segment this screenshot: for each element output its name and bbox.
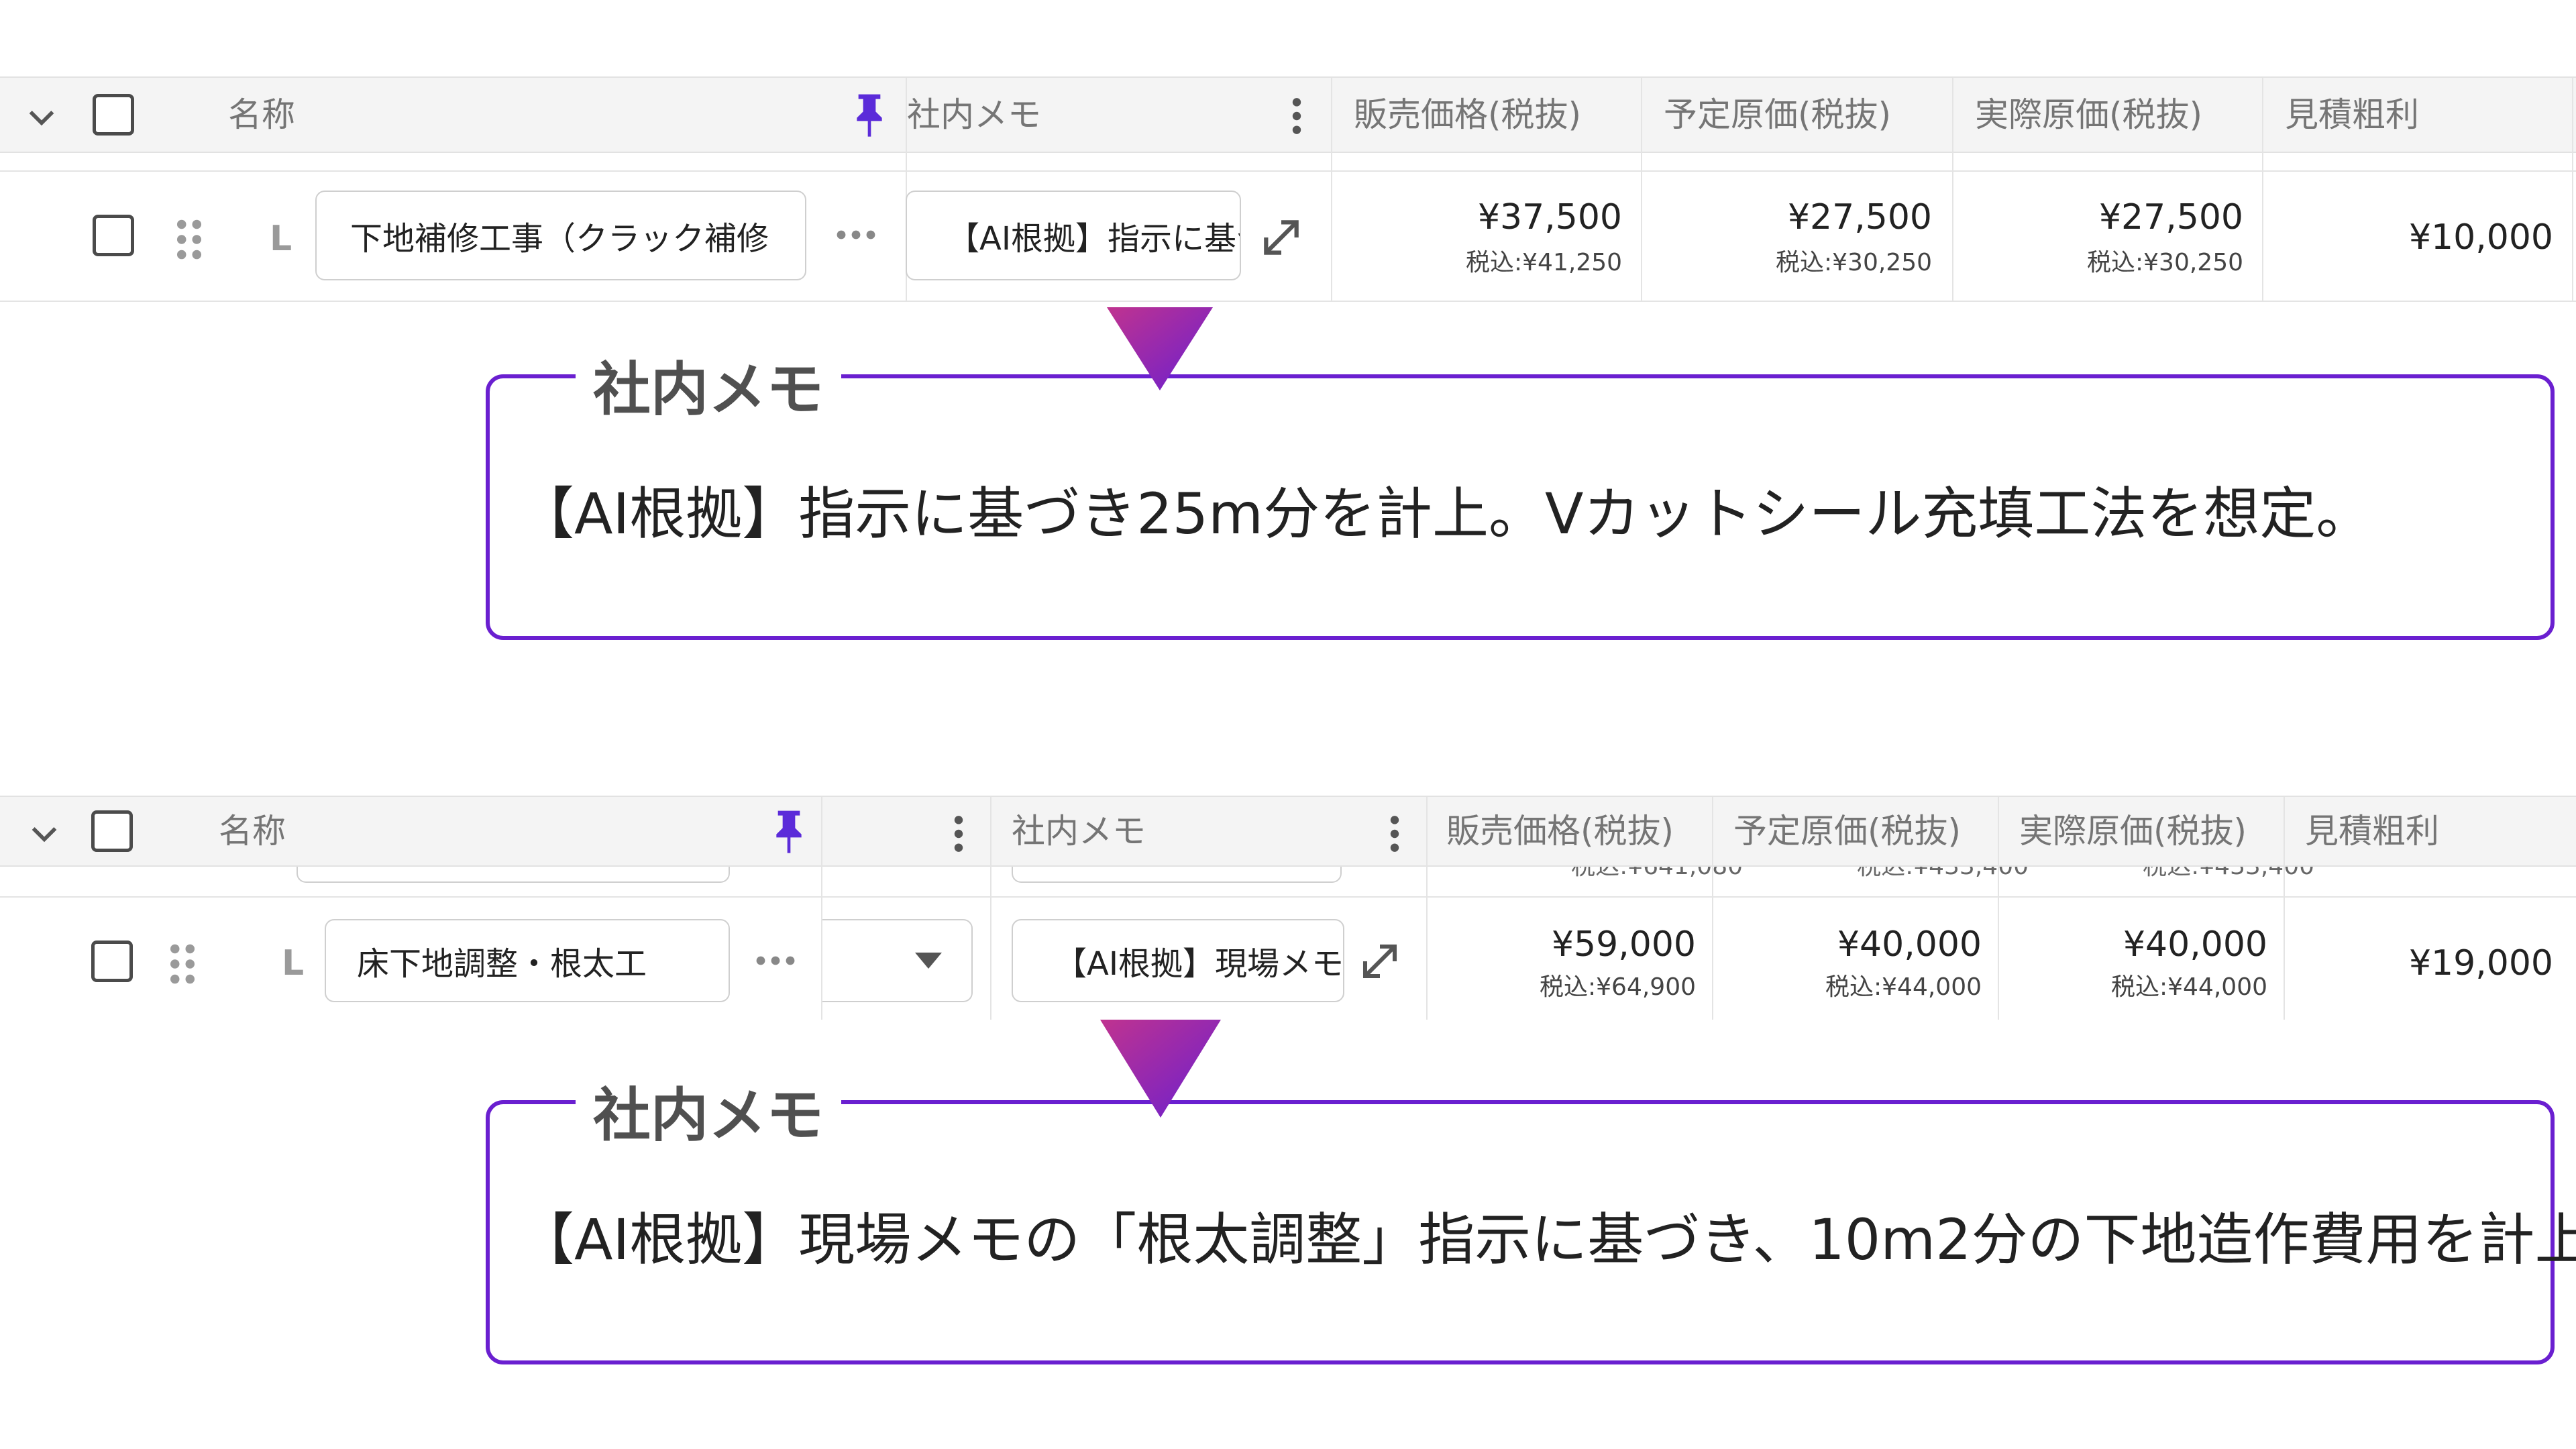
row-checkbox[interactable]: [93, 215, 134, 256]
prev-actual-cost-tax: 税込:¥433,400: [2143, 867, 2314, 879]
kebab-icon[interactable]: [1287, 95, 1307, 137]
column-header-sale-price[interactable]: 販売価格(税抜): [1446, 814, 1674, 848]
triangle-pointer-icon: [1107, 307, 1213, 390]
more-icon[interactable]: [835, 228, 877, 241]
more-icon[interactable]: [754, 954, 797, 967]
column-header-gross-profit[interactable]: 見積粗利: [2305, 814, 2439, 848]
actual-cost-tax: 税込:¥44,000: [2111, 973, 2267, 1001]
name-input[interactable]: 下地補修工事（クラック補修: [315, 191, 806, 280]
column-header-sale-price[interactable]: 販売価格(税抜): [1354, 98, 1581, 131]
name-input[interactable]: 床下地調整・根太工: [325, 919, 730, 1002]
drag-handle-icon[interactable]: [176, 219, 203, 260]
column-header-actual-cost[interactable]: 実際原価(税抜): [1975, 98, 2202, 131]
kebab-icon[interactable]: [1385, 813, 1405, 855]
sale-price-tax: 税込:¥41,250: [1466, 249, 1622, 276]
prev-sale-price-tax: 税込:¥641,080: [1571, 867, 1743, 879]
select-all-checkbox[interactable]: [91, 810, 133, 852]
memo-input[interactable]: 【AI根拠】指示に基づき: [906, 191, 1241, 280]
expand-icon[interactable]: [1358, 939, 1402, 983]
memo-input-partial: [1012, 867, 1342, 883]
column-header-gross-profit[interactable]: 見積粗利: [2285, 98, 2419, 131]
actual-cost-tax: 税込:¥30,250: [2087, 249, 2243, 276]
pin-icon[interactable]: [851, 91, 888, 138]
planned-cost-tax: 税込:¥30,250: [1776, 249, 1932, 276]
category-select[interactable]: [822, 919, 973, 1002]
caret-down-icon[interactable]: [915, 953, 942, 969]
memo-callout-label: 社内メモ: [576, 361, 841, 419]
memo-input[interactable]: 【AI根拠】現場メモ: [1012, 919, 1344, 1002]
pin-icon[interactable]: [770, 808, 808, 855]
memo-callout-text: 【AI根拠】現場メモの「根太調整」指示に基づき、10m2分の下地造作費用を計上。: [518, 1207, 2576, 1273]
chevron-down-icon[interactable]: [23, 98, 60, 136]
column-header-memo[interactable]: 社内メモ: [907, 98, 1041, 131]
memo-callout-text: 【AI根拠】指示に基づき25m分を計上。Vカットシール充填工法を想定。: [518, 481, 2373, 547]
column-header-name[interactable]: 名称: [228, 98, 295, 131]
column-header-planned-cost[interactable]: 予定原価(税抜): [1664, 98, 1891, 131]
kebab-icon[interactable]: [949, 813, 969, 855]
name-input-value: 下地補修工事（クラック補修: [350, 220, 769, 258]
name-input-value: 床下地調整・根太工: [357, 945, 647, 983]
actual-cost: ¥27,500: [2098, 197, 2243, 237]
sale-price: ¥59,000: [1551, 924, 1696, 965]
name-input-partial: [297, 867, 730, 883]
planned-cost: ¥27,500: [1787, 197, 1932, 237]
memo-callout-label: 社内メモ: [576, 1087, 841, 1144]
planned-cost-tax: 税込:¥44,000: [1825, 973, 1982, 1001]
memo-input-value: 【AI根拠】現場メモ: [1055, 945, 1344, 983]
select-all-checkbox[interactable]: [93, 94, 134, 136]
child-indicator: L: [270, 219, 292, 259]
expand-icon[interactable]: [1258, 215, 1304, 260]
column-header-planned-cost[interactable]: 予定原価(税抜): [1733, 814, 1961, 848]
sale-price-tax: 税込:¥64,900: [1540, 973, 1696, 1001]
gross-profit: ¥19,000: [2408, 943, 2553, 983]
drag-handle-icon[interactable]: [169, 943, 196, 985]
gross-profit: ¥10,000: [2408, 217, 2553, 258]
row-checkbox[interactable]: [91, 941, 133, 982]
chevron-down-icon[interactable]: [25, 814, 63, 852]
memo-input-value: 【AI根拠】指示に基づき: [947, 220, 1240, 258]
triangle-pointer-icon: [1100, 1020, 1221, 1118]
column-header-actual-cost[interactable]: 実際原価(税抜): [2019, 814, 2247, 848]
child-indicator: L: [282, 943, 305, 983]
column-header-name[interactable]: 名称: [219, 814, 286, 848]
column-header-memo[interactable]: 社内メモ: [1012, 814, 1146, 848]
prev-planned-cost-tax: 税込:¥433,400: [1857, 867, 2029, 879]
sale-price: ¥37,500: [1477, 197, 1622, 237]
planned-cost: ¥40,000: [1837, 924, 1982, 965]
actual-cost: ¥40,000: [2123, 924, 2267, 965]
